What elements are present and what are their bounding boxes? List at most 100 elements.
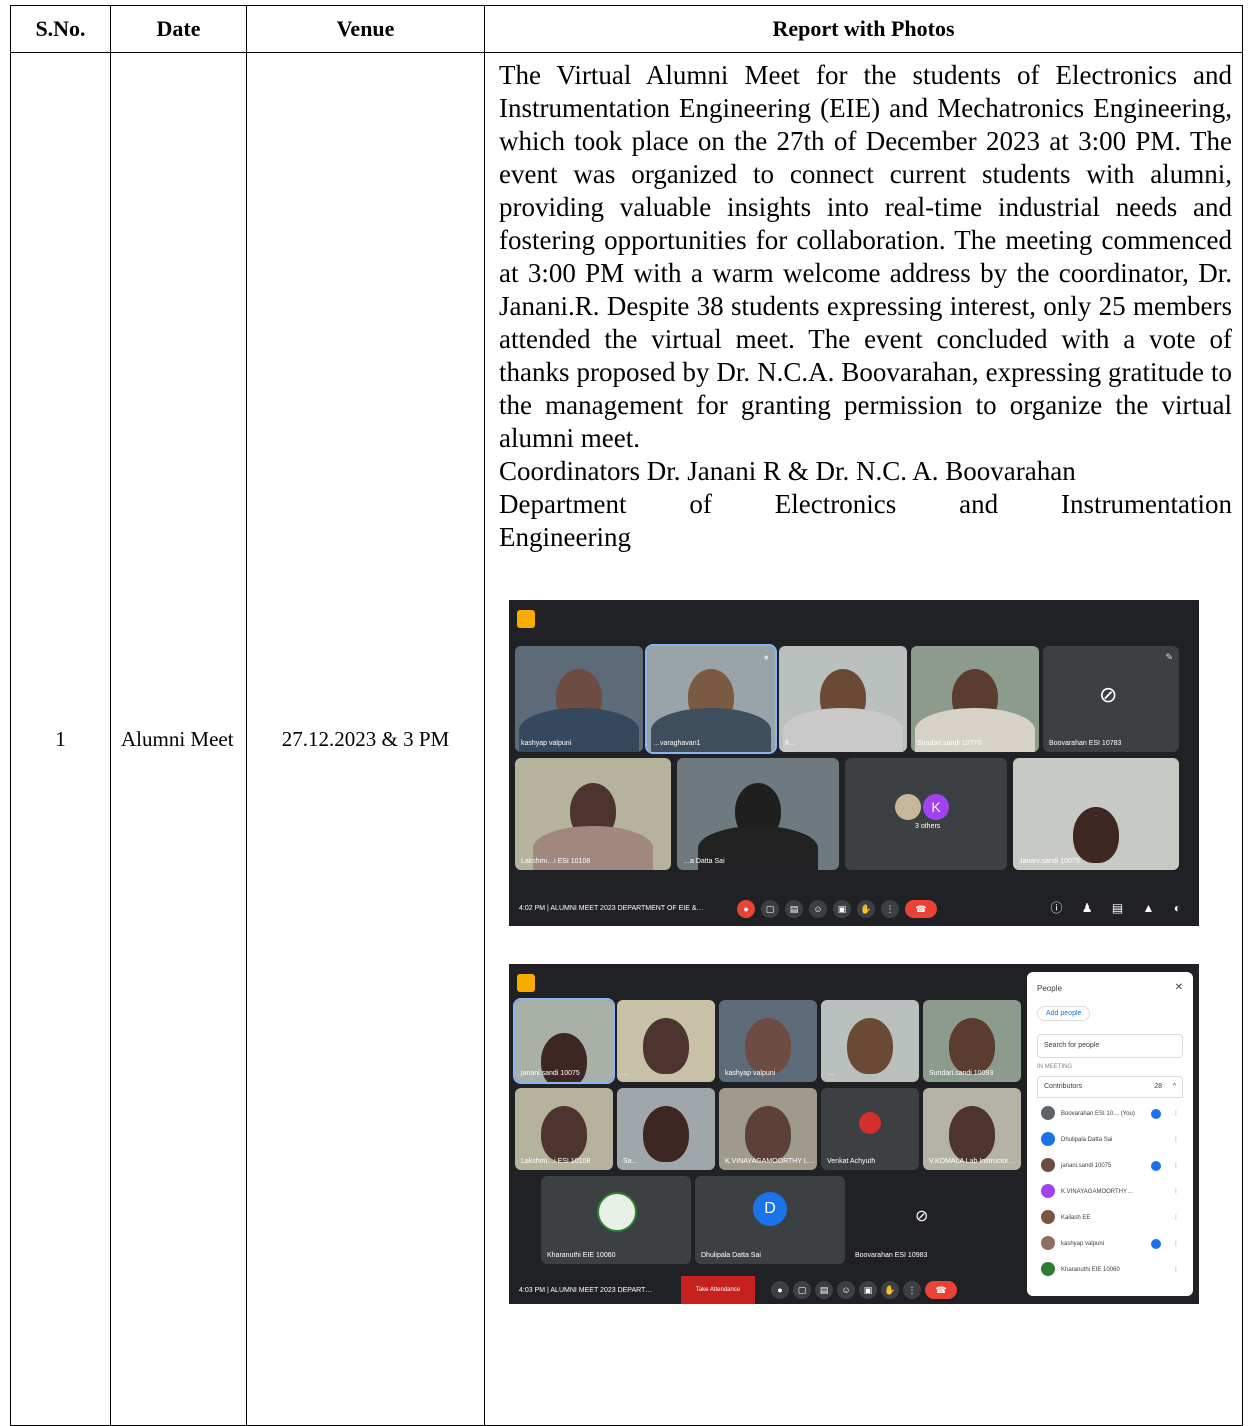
participant-tile: kashyap valpuni — [719, 1000, 817, 1082]
chevron-up-icon: ^ — [1172, 1083, 1176, 1090]
meeting-info: 4:03 PM | ALUMNI MEET 2023 DEPART… — [519, 1287, 653, 1294]
participant-name: … — [623, 1070, 630, 1077]
member-name: Dhulipala Datta Sai — [1061, 1137, 1113, 1143]
participant-name: Boovarahan ESI 10783 — [1049, 740, 1122, 747]
participant-tile: … — [821, 1000, 919, 1082]
participant-name: janani.sandi 10075 — [521, 1070, 580, 1077]
list-item[interactable]: K.VINAYAGAMOORTHY… ⋮ — [1041, 1184, 1183, 1200]
participant-tile: Sundari.sandi 10093 — [923, 1000, 1021, 1082]
participant-photo — [1073, 807, 1119, 864]
list-item[interactable]: Dhulipala Datta Sai ⋮ — [1041, 1132, 1183, 1148]
participant-tile: Lakshmi…i ESI 10108 — [515, 1088, 613, 1170]
more-icon[interactable]: ⋮ — [1173, 1262, 1179, 1278]
participant-name: Sundari.sandi 10093 — [929, 1070, 994, 1077]
present-button[interactable]: ▣ — [859, 1281, 877, 1299]
mic-button[interactable]: ● — [771, 1281, 789, 1299]
participant-name: Kharanuthi EIE 10060 — [547, 1252, 616, 1259]
participant-tile: V.KOMALA Lab Instructor… — [923, 1088, 1021, 1170]
participant-name: kashyap valpuni — [725, 1070, 776, 1077]
participant-tile: Janani.sandi 10075 — [1013, 758, 1179, 870]
participant-tile: Sundari.sandi 10770 — [911, 646, 1039, 752]
avatar — [895, 794, 921, 820]
mic-off-icon: ✎ — [1165, 652, 1173, 662]
participant-tile: kashyap valpuni — [515, 646, 643, 752]
header-report: Report with Photos — [484, 5, 1243, 53]
participant-name: Lakshmi…i ESI 10108 — [521, 858, 591, 865]
header-date: Date — [110, 5, 247, 53]
contributors-group[interactable]: Contributors 28 ^ — [1037, 1076, 1183, 1098]
participant-name: Sundari.sandi 10770 — [917, 740, 982, 747]
captions-button[interactable]: ▤ — [815, 1281, 833, 1299]
report-department: Department of Electronics and Instrument… — [499, 489, 1232, 519]
report-coordinators: Coordinators Dr. Janani R & Dr. N.C. A. … — [499, 456, 1076, 486]
more-icon[interactable]: ⋮ — [1173, 1184, 1179, 1200]
participant-tile: janani.sandi 10075 — [513, 998, 615, 1084]
header-venue: Venue — [246, 5, 485, 53]
list-item[interactable]: kashyap valpuni ⋮ — [1041, 1236, 1183, 1252]
meeting-tools-icons: ⓘ ♟ ▤ ▲ ◐ — [1050, 901, 1189, 915]
avatar: D — [753, 1192, 787, 1226]
meet-screenshot-1: kashyap valpuni ● …varaghavan1 K… Sundar… — [509, 600, 1199, 926]
more-icon[interactable]: ⋮ — [1173, 1106, 1179, 1122]
cell-venue: 27.12.2023 & 3 PM — [246, 52, 485, 1426]
participant-name: …varaghavan1 — [653, 740, 701, 747]
group-count: 28 — [1154, 1083, 1162, 1090]
list-item[interactable]: Kharanuthi EIE 10060 ⋮ — [1041, 1262, 1183, 1278]
camera-button[interactable]: ▢ — [761, 900, 779, 918]
more-icon[interactable]: ⋮ — [1173, 1158, 1179, 1174]
report-table: S.No. Date Venue Report with Photos 1 Al… — [10, 5, 1243, 1426]
close-icon[interactable]: ✕ — [1175, 982, 1183, 993]
emoji-button[interactable]: ☺ — [837, 1281, 855, 1299]
more-options-button[interactable]: ⋮ — [903, 1281, 921, 1299]
participant-tile: K 3 others — [845, 758, 1007, 870]
participant-name: Venkat Achyuth — [827, 1158, 876, 1165]
participant-tile: D Dhulipala Datta Sai — [695, 1176, 845, 1264]
more-options-button[interactable]: ⋮ — [881, 900, 899, 918]
more-icon[interactable]: ⋮ — [1173, 1236, 1179, 1252]
report-department-cont: Engineering — [499, 522, 631, 552]
participant-tile: Venkat Achyuth — [821, 1088, 919, 1170]
mic-button[interactable]: ● — [737, 900, 755, 918]
meet-screenshot-2: janani.sandi 10075 … kashyap valpuni … S… — [509, 964, 1199, 1304]
member-name: Boovarahan ESI 10… (You) — [1061, 1111, 1135, 1117]
meet-logo-icon — [517, 610, 535, 628]
participant-tile: ⊘ ✎ Boovarahan ESI 10783 — [1043, 646, 1179, 752]
cell-sno: 1 — [10, 52, 111, 1426]
add-people-button[interactable]: Add people — [1037, 1006, 1091, 1021]
participant-name: Boovarahan ESI 10983 — [855, 1252, 928, 1259]
participant-tile: ⊘ Boovarahan ESI 10983 — [849, 1176, 999, 1264]
meet-logo-icon — [517, 974, 535, 992]
member-name: janani.sandi 10075 — [1061, 1163, 1112, 1169]
leave-call-button[interactable]: ☎ — [905, 900, 937, 918]
avatar: K — [923, 794, 949, 820]
participant-tile: …a Datta Sai — [677, 758, 839, 870]
meeting-info: 4:02 PM | ALUMNI MEET 2023 DEPARTMENT OF… — [519, 905, 704, 912]
list-item[interactable]: Kailash EE ⋮ — [1041, 1210, 1183, 1226]
raise-hand-button[interactable]: ✋ — [881, 1281, 899, 1299]
participant-tile: K.VINAYAGAMOORTHY L… — [719, 1088, 817, 1170]
leave-call-button[interactable]: ☎ — [925, 1281, 957, 1299]
people-panel: People ✕ Add people Search for people IN… — [1027, 972, 1193, 1296]
list-item[interactable]: janani.sandi 10075 ⋮ — [1041, 1158, 1183, 1174]
cell-report: The Virtual Alumni Meet for the students… — [484, 52, 1243, 1426]
take-attendance-button[interactable]: Take Attendance — [681, 1276, 755, 1304]
present-button[interactable]: ▣ — [833, 900, 851, 918]
group-label: Contributors — [1044, 1083, 1083, 1090]
list-item[interactable]: Boovarahan ESI 10… (You) ⋮ — [1041, 1106, 1183, 1122]
camera-button[interactable]: ▢ — [793, 1281, 811, 1299]
participant-tile: Lakshmi…i ESI 10108 — [515, 758, 671, 870]
member-name: Kharanuthi EIE 10060 — [1061, 1267, 1120, 1273]
emoji-button[interactable]: ☺ — [809, 900, 827, 918]
raise-hand-button[interactable]: ✋ — [857, 900, 875, 918]
more-icon[interactable]: ⋮ — [1173, 1210, 1179, 1226]
people-title: People — [1037, 984, 1062, 993]
speaking-icon: ● — [763, 652, 769, 662]
header-sno: S.No. — [10, 5, 111, 53]
participant-tile: … — [617, 1000, 715, 1082]
search-input[interactable]: Search for people — [1037, 1034, 1183, 1058]
participant-name: K.VINAYAGAMOORTHY L… — [725, 1158, 815, 1165]
participant-name: Dhulipala Datta Sai — [701, 1252, 761, 1259]
participant-name: K… — [785, 740, 797, 747]
more-icon[interactable]: ⋮ — [1173, 1132, 1179, 1148]
captions-button[interactable]: ▤ — [785, 900, 803, 918]
